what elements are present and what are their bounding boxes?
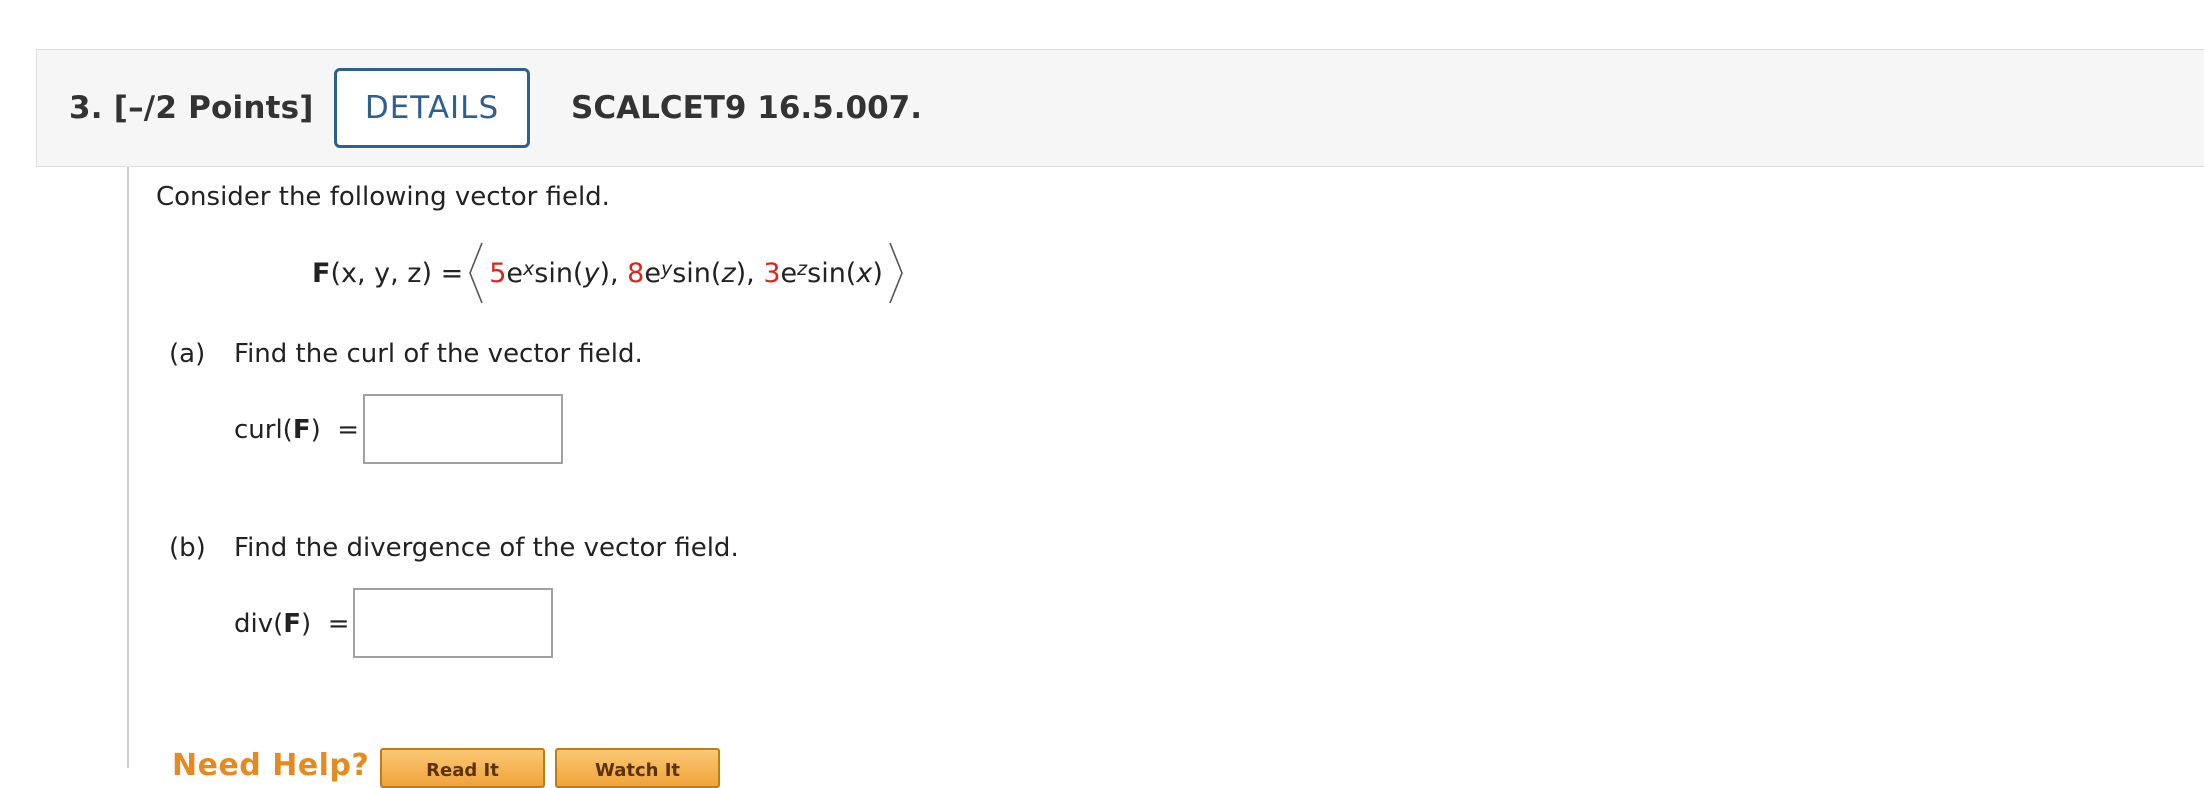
question-number-points: 3. [–/2 Points] [69,90,314,126]
coefficient-3: 3 [763,257,781,289]
exponent-2: y [660,258,673,280]
formula-t3b: ) [872,257,883,289]
content-left-rule [127,167,129,768]
vector-field-formula: F (x, y, z) = 5ex sin(y), 8ey sin(z), 3ez… [312,238,909,308]
coefficient-1: 5 [489,257,507,289]
formula-t2: sin( [672,257,722,289]
formula-t2b: ), [735,257,764,289]
curl-answer-input[interactable] [363,394,563,464]
problem-reference: SCALCET9 16.5.007. [571,90,923,126]
part-b-label: (b) [169,533,206,563]
right-angle-bracket [887,241,905,305]
formula-t1: sin( [534,257,584,289]
read-it-button[interactable]: Read It [380,748,545,788]
formula-lhs: (x, y, z) = [330,257,464,289]
formula-v1: y [583,257,600,289]
div-label: div(F) = [234,609,350,639]
formula-t1b: ), [599,257,628,289]
need-help-label: Need Help? [172,748,370,783]
coefficient-2: 8 [627,257,645,289]
div-prefix: div( [234,609,284,639]
prompt-text: Consider the following vector field. [156,182,610,212]
formula-e1: e [506,257,523,289]
part-a-text: Find the curl of the vector field. [234,339,643,369]
watch-it-button[interactable]: Watch It [555,748,720,788]
div-answer-input[interactable] [353,588,553,658]
formula-v3: x [856,257,873,289]
question-header: 3. [–/2 Points] DETAILS SCALCET9 16.5.00… [36,49,2204,167]
curl-prefix: curl( [234,415,293,445]
details-button[interactable]: DETAILS [334,68,530,148]
formula-v2: z [721,257,736,289]
exponent-1: x [523,258,535,280]
curl-suffix: ) = [310,415,360,445]
curl-F: F [292,415,311,445]
left-angle-bracket [467,241,485,305]
formula-F: F [312,257,331,289]
part-b-text: Find the divergence of the vector field. [234,533,739,563]
formula-t3: sin( [807,257,857,289]
formula-e2: e [644,257,661,289]
formula-e3: e [780,257,798,289]
curl-label: curl(F) = [234,415,359,445]
div-suffix: ) = [301,609,350,639]
part-a-label: (a) [169,339,206,369]
div-F: F [283,609,302,639]
exponent-3: z [797,258,808,280]
